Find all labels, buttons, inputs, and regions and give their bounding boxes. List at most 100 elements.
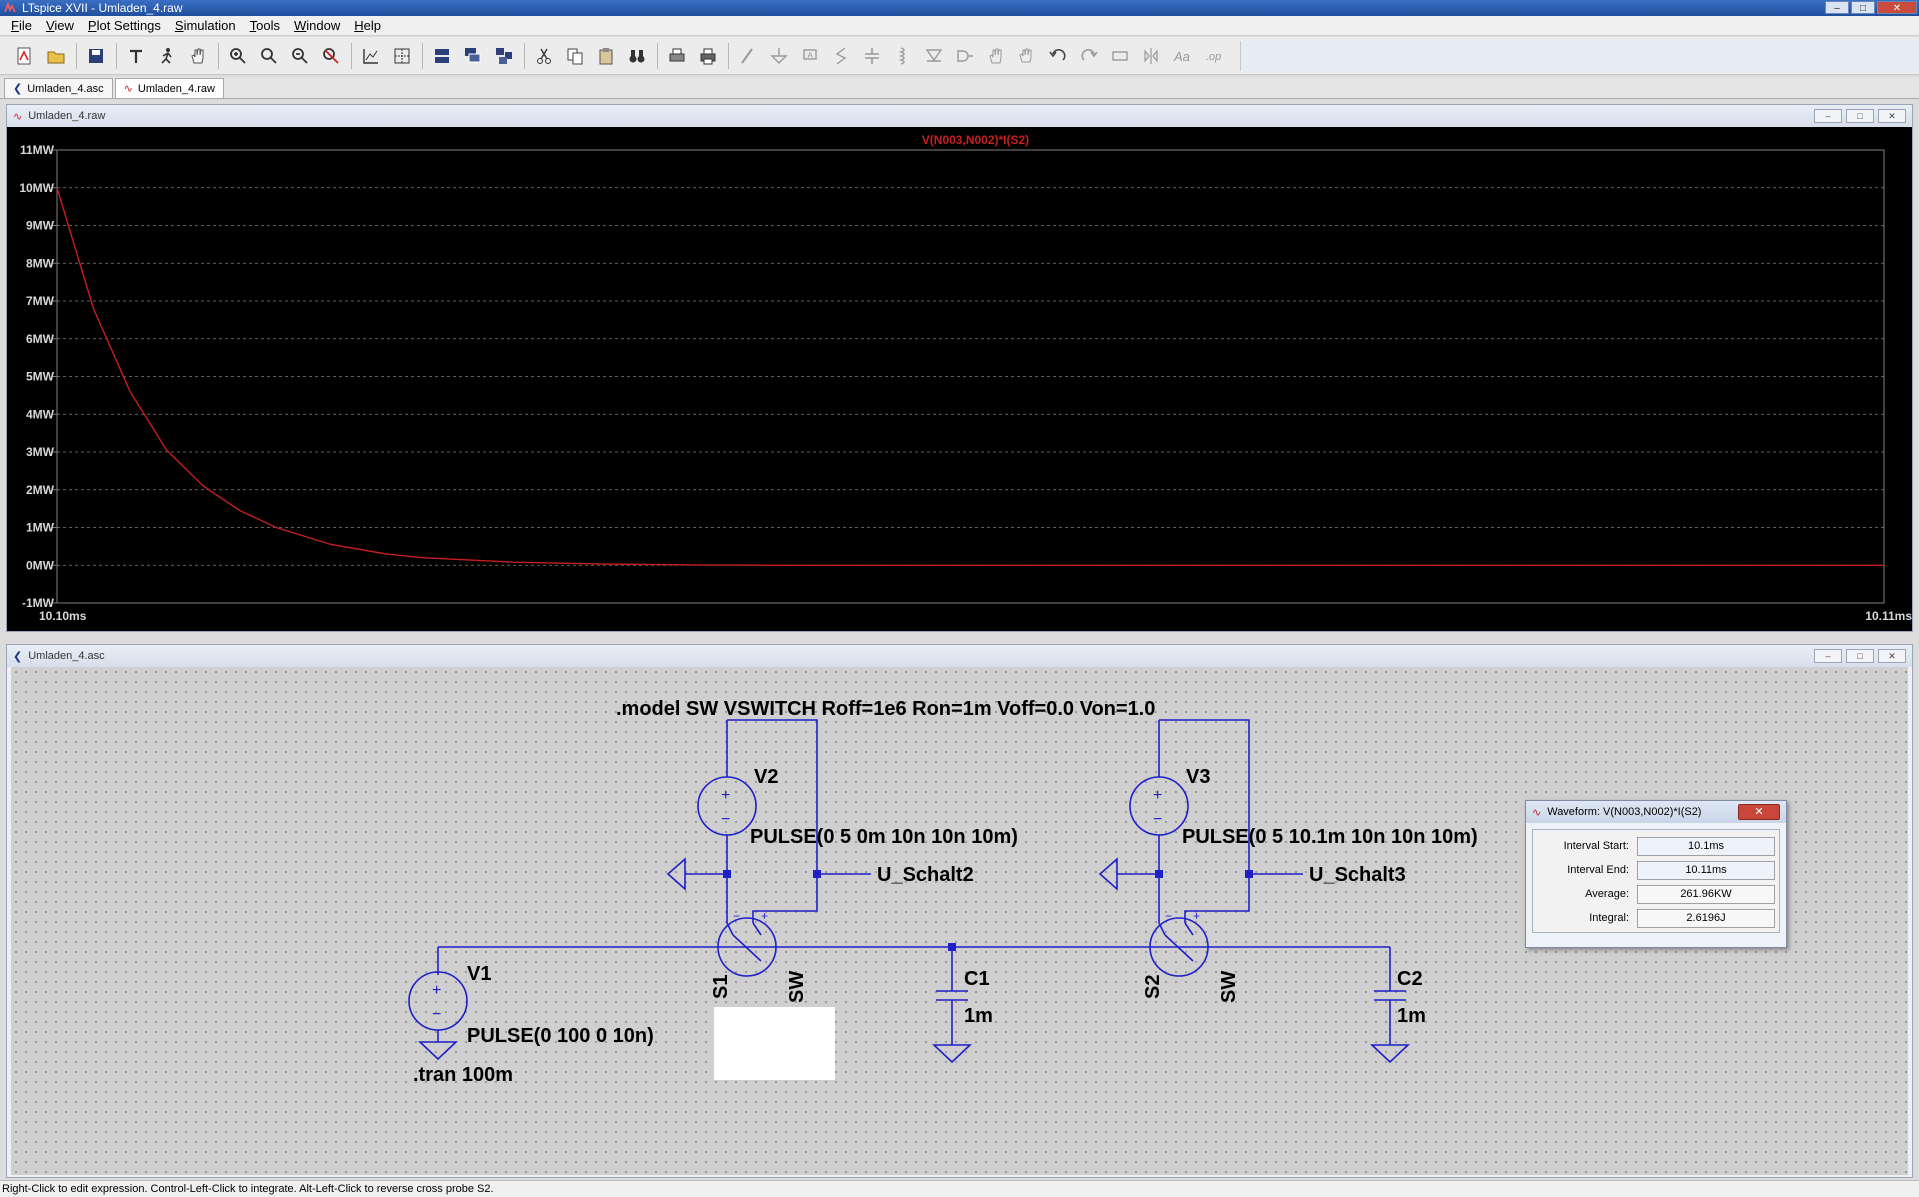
wire[interactable] — [727, 719, 818, 923]
grid-icon[interactable] — [389, 43, 415, 69]
tab-umladen-4-asc[interactable]: ❮ Umladen_4.asc — [4, 78, 113, 98]
s1-name-label[interactable]: S1 — [710, 975, 732, 999]
draw-wire-icon[interactable] — [735, 43, 761, 69]
plot-area[interactable]: 11MW 10MW 9MW 8MW 7MW 6MW 5MW 4MW 3MW 2MW 1MW 0MW -1… — [7, 127, 1912, 631]
zoom-fit-icon[interactable] — [256, 43, 282, 69]
waveform-minimize-button[interactable]: – — [1814, 109, 1842, 123]
average-value: 261.96KW — [1637, 884, 1775, 904]
zoom-cancel-icon[interactable] — [318, 43, 344, 69]
wire[interactable] — [1184, 922, 1194, 936]
waveform-close-button[interactable]: ✕ — [1878, 109, 1906, 123]
ground-icon[interactable] — [1098, 857, 1118, 891]
waveform-restore-button[interactable]: □ — [1846, 109, 1874, 123]
print-setup-icon[interactable] — [664, 43, 690, 69]
move-hand-icon[interactable] — [983, 43, 1009, 69]
menu-file[interactable]: File — [4, 18, 39, 33]
redo-icon[interactable] — [1076, 43, 1102, 69]
net-label-u-schalt2[interactable]: U_Schalt2 — [877, 864, 974, 886]
ground-icon[interactable] — [666, 857, 686, 891]
wire[interactable] — [1159, 719, 1250, 923]
wire[interactable] — [752, 922, 762, 936]
undo-icon[interactable] — [1045, 43, 1071, 69]
menu-tools[interactable]: Tools — [243, 18, 287, 33]
save-icon[interactable] — [83, 43, 109, 69]
close-button[interactable]: ✕ — [1877, 1, 1917, 14]
waveform-measurement-dialog[interactable]: ∿ Waveform: V(N003,N002)*I(S2) ✕ Interva… — [1525, 800, 1787, 948]
find-binoculars-icon[interactable] — [624, 43, 650, 69]
model-directive[interactable]: .model SW VSWITCH Roff=1e6 Ron=1m Voff=0… — [616, 698, 1155, 720]
maximize-button[interactable]: □ — [1851, 1, 1875, 14]
wire[interactable] — [726, 922, 734, 936]
average-label: Average: — [1585, 888, 1629, 900]
c1-capacitor-symbol[interactable] — [936, 990, 968, 1001]
s2-switch-contact[interactable] — [1164, 934, 1194, 962]
ground-icon[interactable] — [417, 1041, 459, 1061]
schematic-icon: ❮ — [13, 83, 23, 95]
cascade-icon[interactable] — [460, 43, 486, 69]
tran-directive[interactable]: .tran 100m — [413, 1064, 513, 1086]
diode-icon[interactable] — [921, 43, 947, 69]
menu-view[interactable]: View — [39, 18, 81, 33]
trace-label[interactable]: V(N003,N002)*I(S2) — [922, 133, 1029, 147]
menu-help[interactable]: Help — [347, 18, 388, 33]
paste-icon[interactable] — [593, 43, 619, 69]
mirror-icon[interactable] — [1138, 43, 1164, 69]
tile-vertical-icon[interactable] — [491, 43, 517, 69]
resistor-icon[interactable] — [828, 43, 854, 69]
capacitor-icon[interactable] — [859, 43, 885, 69]
dialog-close-button[interactable]: ✕ — [1738, 804, 1780, 820]
s1-model-label[interactable]: SW — [786, 971, 808, 1003]
wire[interactable] — [1158, 922, 1166, 936]
ground-icon[interactable] — [931, 1044, 973, 1064]
cut-icon[interactable] — [531, 43, 557, 69]
rotate-icon[interactable] — [1107, 43, 1133, 69]
pan-hand-icon[interactable] — [185, 43, 211, 69]
interval-start-label: Interval Start: — [1563, 840, 1629, 852]
interval-end-field[interactable]: 10.11ms — [1637, 860, 1775, 880]
inductor-icon[interactable] — [890, 43, 916, 69]
v3-name-label[interactable]: V3 — [1186, 766, 1210, 788]
zoom-in-icon[interactable] — [225, 43, 251, 69]
schematic-close-button[interactable]: ✕ — [1878, 649, 1906, 663]
interval-start-field[interactable]: 10.1ms — [1637, 836, 1775, 856]
minimize-button[interactable]: – — [1825, 1, 1849, 14]
waveform-plot[interactable]: 11MW 10MW 9MW 8MW 7MW 6MW 5MW 4MW 3MW 2MW 1MW 0MW -1… — [7, 127, 1912, 631]
v2-name-label[interactable]: V2 — [754, 766, 778, 788]
net-label-u-schalt3[interactable]: U_Schalt3 — [1309, 864, 1406, 886]
menu-plot-settings[interactable]: Plot Settings — [81, 18, 168, 33]
ground-icon[interactable] — [766, 43, 792, 69]
ground-icon[interactable] — [1369, 1044, 1411, 1064]
v2-value-label[interactable]: PULSE(0 5 0m 10n 10n 10m) — [750, 826, 1018, 848]
v1-name-label[interactable]: V1 — [467, 963, 491, 985]
schematic-restore-button[interactable]: □ — [1846, 649, 1874, 663]
v1-value-label[interactable]: PULSE(0 100 0 10n) — [467, 1025, 654, 1047]
open-folder-icon[interactable] — [43, 43, 69, 69]
drag-hand-icon[interactable] — [1014, 43, 1040, 69]
run-icon[interactable] — [154, 43, 180, 69]
menu-window[interactable]: Window — [287, 18, 347, 33]
tile-horizontal-icon[interactable] — [429, 43, 455, 69]
label-net-icon[interactable]: A — [797, 43, 823, 69]
control-panel-icon[interactable] — [123, 43, 149, 69]
c1-value-label[interactable]: 1m — [964, 1005, 993, 1027]
schematic-minimize-button[interactable]: – — [1814, 649, 1842, 663]
tab-umladen-4-raw[interactable]: ∿ Umladen_4.raw — [114, 78, 224, 98]
autorange-icon[interactable] — [358, 43, 384, 69]
c2-name-label[interactable]: C2 — [1397, 968, 1423, 990]
print-icon[interactable] — [695, 43, 721, 69]
c1-name-label[interactable]: C1 — [964, 968, 990, 990]
zoom-out-icon[interactable] — [287, 43, 313, 69]
copy-icon[interactable] — [562, 43, 588, 69]
waveform-window[interactable]: ∿ Umladen_4.raw – □ ✕ 11MW 10MW 9MW 8MW 7MW 6… — [6, 104, 1913, 632]
c2-value-label[interactable]: 1m — [1397, 1005, 1426, 1027]
v3-value-label[interactable]: PULSE(0 5 10.1m 10n 10n 10m) — [1182, 826, 1478, 848]
spice-directive-icon[interactable]: .op — [1200, 43, 1226, 69]
c2-capacitor-symbol[interactable] — [1374, 990, 1406, 1001]
component-icon[interactable] — [952, 43, 978, 69]
new-schematic-icon[interactable] — [12, 43, 38, 69]
s2-model-label[interactable]: SW — [1218, 971, 1240, 1003]
s2-name-label[interactable]: S2 — [1142, 975, 1164, 999]
text-icon[interactable]: Aa — [1169, 43, 1195, 69]
menu-simulation[interactable]: Simulation — [168, 18, 243, 33]
s1-switch-contact[interactable] — [732, 934, 762, 962]
